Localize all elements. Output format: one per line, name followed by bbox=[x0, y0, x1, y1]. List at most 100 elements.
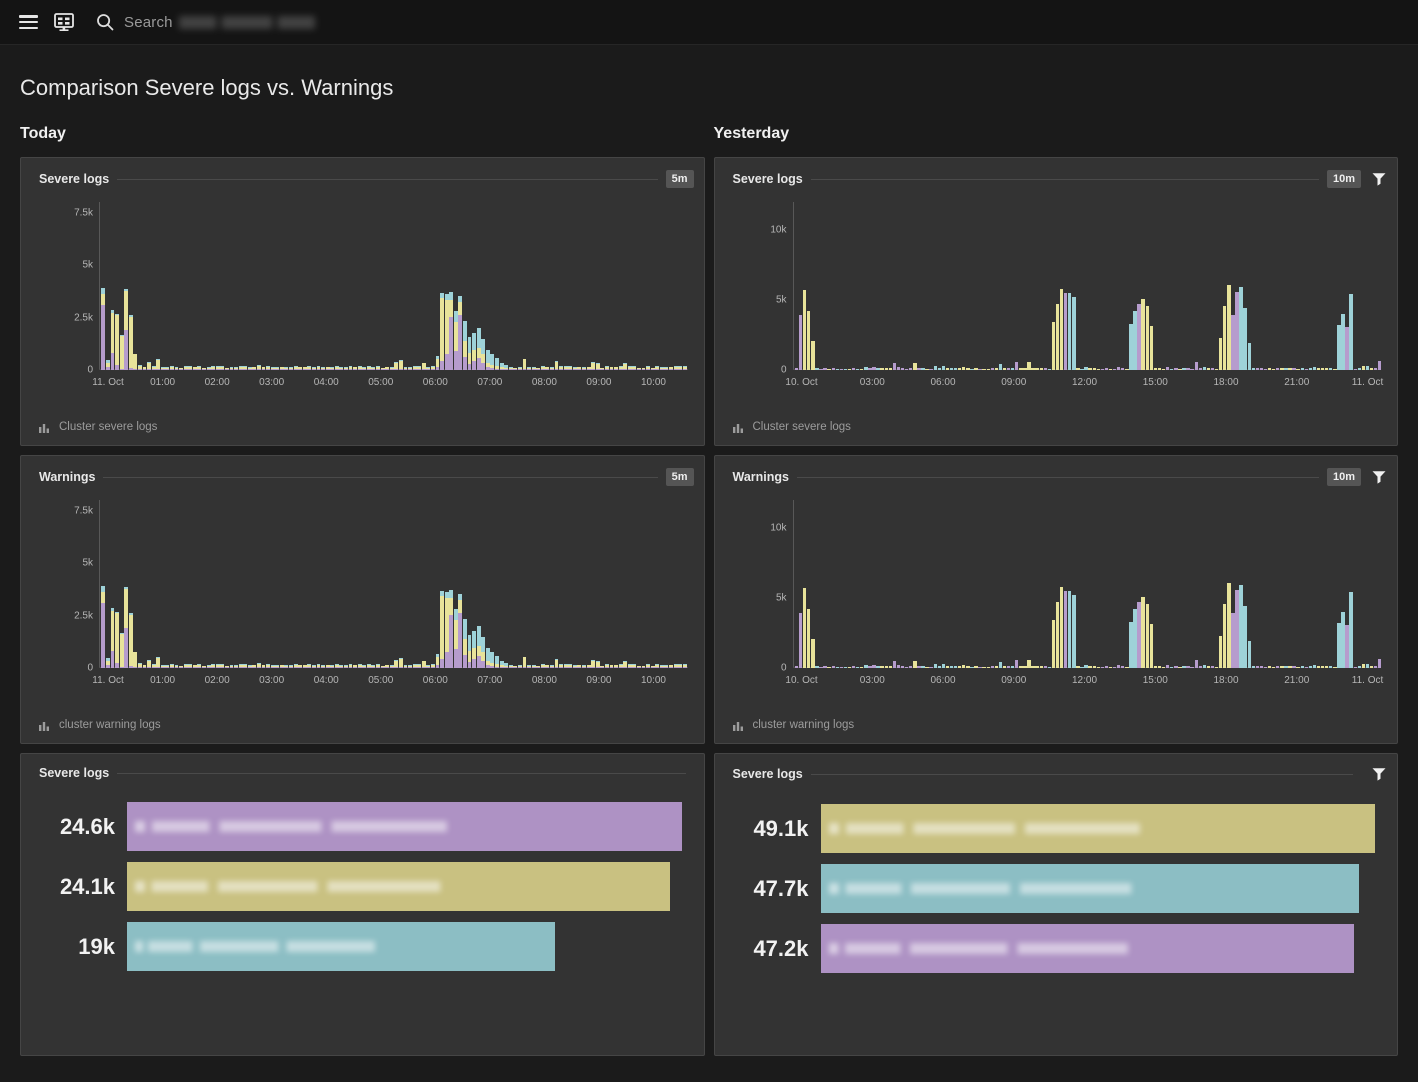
bar-segment bbox=[481, 363, 486, 370]
panel-today-top-severe-logs[interactable]: Severe logs 24.6k 24.1k 19k bbox=[20, 753, 705, 1056]
bar-segment bbox=[591, 667, 596, 668]
filter-button[interactable] bbox=[1371, 766, 1387, 782]
interval-badge[interactable]: 10m bbox=[1326, 170, 1361, 188]
panel-today-severe-logs[interactable]: Severe logs 5m 0 2.5k 5k 7.5k 11. Oct 01:00 02… bbox=[20, 157, 705, 446]
search-input[interactable]: Search bbox=[124, 14, 173, 31]
y-axis-tick: 10k bbox=[770, 522, 787, 534]
hbar-fill[interactable] bbox=[127, 862, 671, 911]
bar-segment bbox=[170, 369, 174, 370]
hbar-fill[interactable] bbox=[127, 922, 556, 971]
bar-segment bbox=[664, 667, 669, 668]
x-axis-tick: 02:00 bbox=[204, 377, 230, 388]
chart-bar bbox=[664, 367, 669, 370]
chart-bar bbox=[531, 367, 536, 370]
bar-segment bbox=[892, 661, 897, 668]
panel-footer[interactable]: cluster warning logs bbox=[39, 719, 161, 731]
header-divider bbox=[117, 772, 686, 774]
chart-bar bbox=[1178, 368, 1182, 370]
hbar-fill[interactable] bbox=[127, 802, 682, 851]
bar-segment bbox=[435, 359, 440, 368]
panel-yesterday-warnings[interactable]: Warnings 10m 0 5k 10k 10. Oct 03:00 06:00 09:0… bbox=[713, 455, 1398, 744]
bar-segment bbox=[1182, 666, 1186, 668]
timeseries-chart-yesterday-severe[interactable]: 0 5k 10k 10. Oct 03:00 06:00 09:00 12:00 15:00 18… bbox=[725, 202, 1388, 392]
search-bar[interactable]: Search bbox=[96, 13, 1408, 31]
hamburger-icon bbox=[18, 15, 38, 29]
x-axis-tick: 10:00 bbox=[640, 377, 666, 388]
bar-segment bbox=[970, 368, 974, 370]
panel-header: Severe logs 10m bbox=[715, 158, 1398, 188]
bar-segment bbox=[1088, 665, 1092, 668]
chart-bar bbox=[591, 660, 596, 668]
chart-bar bbox=[1068, 293, 1072, 370]
bar-segment bbox=[444, 293, 449, 301]
chart-bar bbox=[192, 366, 197, 370]
chart-bar bbox=[1235, 291, 1239, 370]
bar-segment bbox=[1251, 368, 1255, 370]
chart-bar bbox=[835, 368, 840, 370]
hbar-row[interactable]: 24.6k bbox=[43, 802, 682, 851]
search-icon bbox=[97, 14, 114, 31]
bar-segment bbox=[1378, 361, 1382, 370]
bar-segment bbox=[1006, 368, 1011, 370]
hbar-fill[interactable] bbox=[820, 804, 1375, 853]
bar-segment bbox=[115, 315, 119, 365]
chart-bar bbox=[646, 664, 651, 668]
chart-bar bbox=[536, 367, 541, 370]
chart-bar bbox=[986, 369, 990, 370]
bar-segment bbox=[568, 667, 573, 668]
bar-segment bbox=[1329, 368, 1333, 370]
chart-bar bbox=[1068, 591, 1072, 668]
bar-segment bbox=[1259, 665, 1264, 668]
bar-segment bbox=[659, 667, 664, 668]
panel-footer[interactable]: Cluster severe logs bbox=[732, 421, 851, 433]
chart-bar bbox=[133, 651, 138, 668]
timeseries-chart-today-warnings[interactable]: 0 2.5k 5k 7.5k 11. Oct 01:00 02:00 03:00 04:00 05… bbox=[31, 500, 694, 690]
chart-bar bbox=[101, 586, 106, 668]
chart-bar bbox=[864, 367, 868, 370]
chart-bar bbox=[211, 366, 216, 370]
hbar-row[interactable]: 19k bbox=[43, 922, 682, 971]
panel-yesterday-top-severe-logs[interactable]: Severe logs 49.1k 47.7k 47.2k bbox=[713, 753, 1398, 1056]
horizontal-bar-chart-yesterday[interactable]: 49.1k 47.7k 47.2k bbox=[715, 782, 1398, 973]
chart-bar bbox=[330, 367, 335, 370]
chart-bar bbox=[408, 664, 412, 668]
hamburger-menu-button[interactable] bbox=[10, 7, 46, 37]
hbar-fill[interactable] bbox=[820, 864, 1360, 913]
interval-badge[interactable]: 10m bbox=[1326, 468, 1361, 486]
hbar-row[interactable]: 24.1k bbox=[43, 862, 682, 911]
bar-segment bbox=[880, 665, 884, 668]
hbar-fill[interactable] bbox=[820, 924, 1354, 973]
chart-bar bbox=[1023, 368, 1027, 370]
panel-footer[interactable]: cluster warning logs bbox=[732, 719, 854, 731]
horizontal-bar-chart-today[interactable]: 24.6k 24.1k 19k bbox=[21, 780, 704, 971]
panel-footer[interactable]: Cluster severe logs bbox=[39, 421, 157, 433]
bar-segment bbox=[1365, 366, 1370, 370]
interval-badge[interactable]: 5m bbox=[665, 170, 694, 188]
bar-segment bbox=[119, 336, 124, 369]
bar-segment bbox=[192, 667, 197, 668]
bar-segment bbox=[646, 667, 651, 668]
bar-segment bbox=[1145, 603, 1149, 668]
hbar-row[interactable]: 47.7k bbox=[737, 864, 1376, 913]
bar-segment bbox=[481, 354, 486, 364]
chart-bar bbox=[206, 665, 211, 668]
panel-yesterday-severe-logs[interactable]: Severe logs 10m 0 5k 10k 10. Oct 03:00 06:00 0… bbox=[713, 157, 1398, 446]
timeseries-chart-today-severe[interactable]: 0 2.5k 5k 7.5k 11. Oct 01:00 02:00 03:00 04:00 05… bbox=[31, 202, 694, 392]
filter-button[interactable] bbox=[1371, 469, 1387, 485]
chart-bar bbox=[243, 365, 248, 370]
hbar-row[interactable]: 47.2k bbox=[737, 924, 1376, 973]
y-axis bbox=[99, 202, 100, 370]
hbar-row[interactable]: 49.1k bbox=[737, 804, 1375, 853]
panel-today-warnings[interactable]: Warnings 5m 0 2.5k 5k 7.5k 11. Oct 01:00 02:00… bbox=[20, 455, 705, 744]
chart-bar bbox=[600, 367, 605, 370]
filter-button[interactable] bbox=[1371, 171, 1387, 187]
chart-bar bbox=[1198, 367, 1202, 370]
bar-chart-icon bbox=[732, 721, 743, 731]
x-axis-tick: 09:00 bbox=[586, 377, 612, 388]
bar-segment bbox=[678, 369, 683, 370]
interval-badge[interactable]: 5m bbox=[665, 468, 694, 486]
x-axis-tick: 15:00 bbox=[1142, 675, 1168, 686]
timeseries-chart-yesterday-warnings[interactable]: 0 5k 10k 10. Oct 03:00 06:00 09:00 12:00 15:00 18… bbox=[725, 500, 1388, 690]
dashboard-button[interactable] bbox=[46, 7, 82, 37]
chart-bar bbox=[458, 594, 463, 668]
